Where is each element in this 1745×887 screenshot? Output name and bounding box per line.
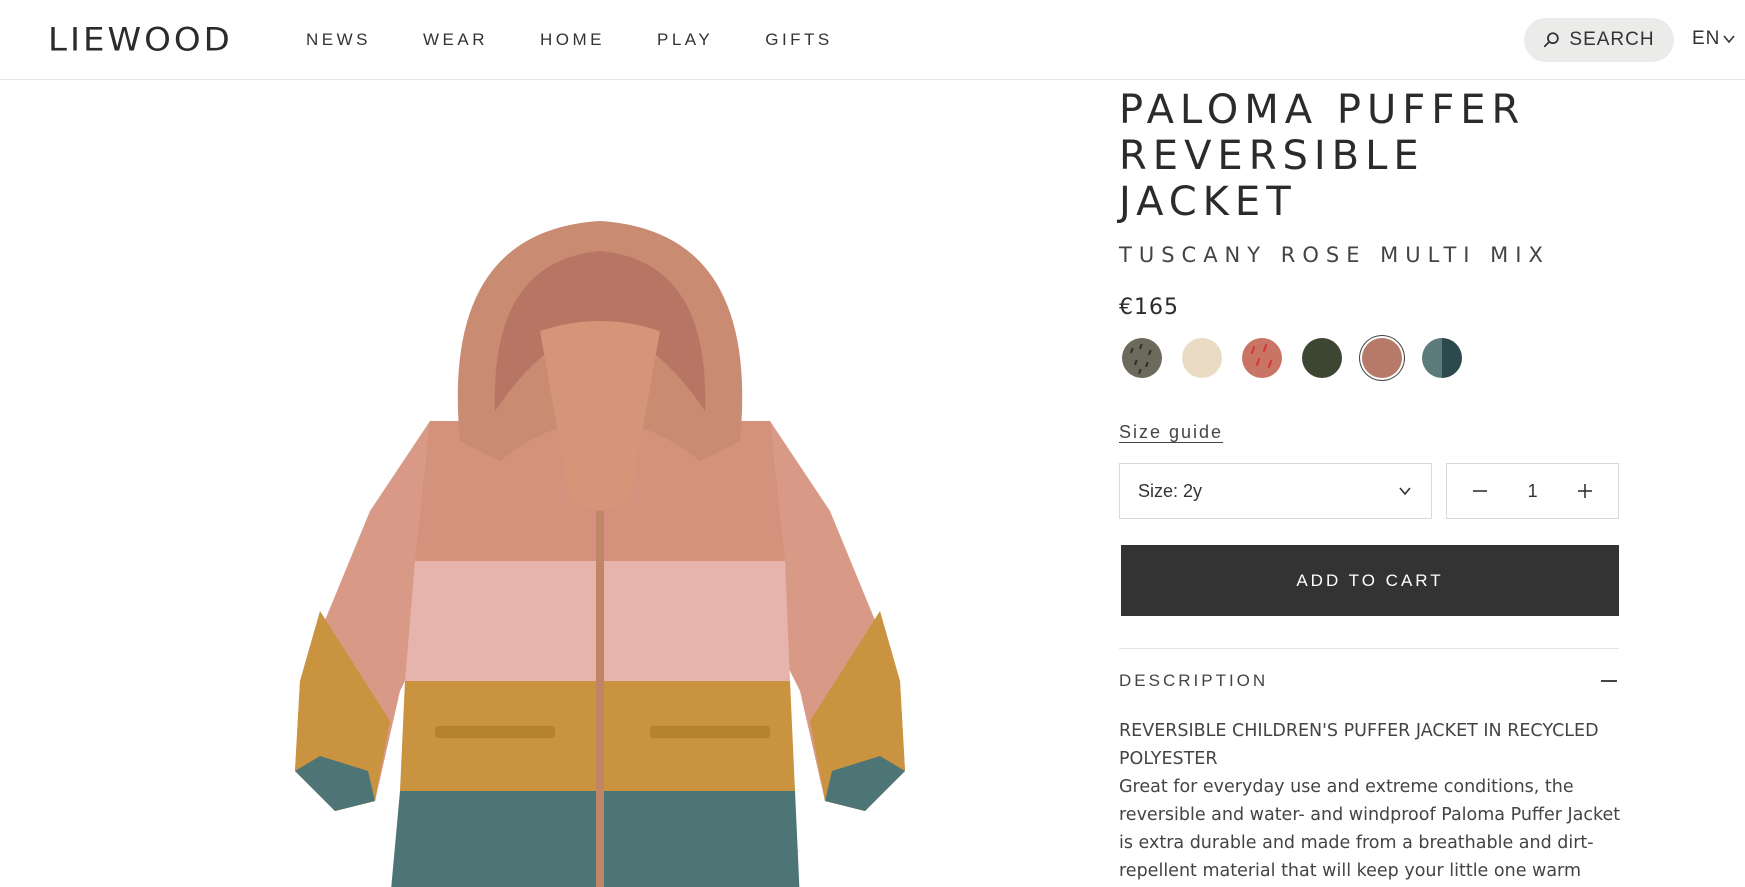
jacket-illustration xyxy=(295,221,905,887)
search-icon xyxy=(1544,32,1560,48)
nav-gifts[interactable]: GIFTS xyxy=(765,30,833,50)
stripe-pattern-icon xyxy=(1250,343,1273,369)
swatch-tuscany-rose[interactable] xyxy=(1362,338,1402,378)
language-selector[interactable]: EN xyxy=(1692,28,1736,50)
collapse-icon xyxy=(1601,680,1617,682)
purchase-controls: Size: 2y 1 xyxy=(1119,463,1619,519)
section-divider xyxy=(1119,648,1619,649)
product-price: €165 xyxy=(1119,295,1179,320)
product-title: PALOMA PUFFER REVERSIBLE JACKET xyxy=(1119,87,1619,225)
chevron-down-icon xyxy=(1723,35,1736,44)
product-image xyxy=(0,81,1100,887)
description-header: DESCRIPTION xyxy=(1119,671,1269,690)
quantity-value[interactable]: 1 xyxy=(1528,481,1538,502)
site-header: LIEWOOD NEWS WEAR HOME PLAY GIFTS SEARCH… xyxy=(0,0,1745,80)
product-info: PALOMA PUFFER REVERSIBLE JACKET TUSCANY … xyxy=(1119,81,1620,887)
swatch-army-green[interactable] xyxy=(1302,338,1342,378)
size-guide-link[interactable]: Size guide xyxy=(1119,422,1223,443)
description-headline: REVERSIBLE CHILDREN'S PUFFER JACKET IN R… xyxy=(1119,721,1599,769)
nav-wear[interactable]: WEAR xyxy=(423,30,488,50)
quantity-stepper: 1 xyxy=(1446,463,1619,519)
swatch-dark-dotted[interactable] xyxy=(1122,338,1162,378)
description-body: REVERSIBLE CHILDREN'S PUFFER JACKET IN R… xyxy=(1119,717,1624,887)
increase-quantity-button[interactable] xyxy=(1574,480,1596,502)
nav-news[interactable]: NEWS xyxy=(306,30,371,50)
chevron-down-icon xyxy=(1399,487,1411,496)
decrease-quantity-button[interactable] xyxy=(1469,480,1491,502)
swatch-red-pattern[interactable] xyxy=(1242,338,1282,378)
nav-home[interactable]: HOME xyxy=(540,30,605,50)
description-toggle[interactable]: DESCRIPTION xyxy=(1119,671,1619,691)
swatch-whale-blue[interactable] xyxy=(1422,338,1462,378)
add-to-cart-button[interactable]: ADD TO CART xyxy=(1121,545,1619,616)
color-swatches xyxy=(1122,338,1619,378)
size-select-value: Size: 2y xyxy=(1138,480,1203,501)
product-title-line-2: REVERSIBLE JACKET xyxy=(1119,133,1425,225)
dot-pattern-icon xyxy=(1130,343,1152,375)
plus-icon xyxy=(1577,484,1592,498)
search-button[interactable]: SEARCH xyxy=(1524,18,1674,62)
search-label: SEARCH xyxy=(1569,29,1655,50)
main-nav: NEWS WEAR HOME PLAY GIFTS xyxy=(306,30,833,50)
swatch-sandy[interactable] xyxy=(1182,338,1222,378)
minus-icon xyxy=(1473,490,1488,492)
description-text: Great for everyday use and extreme condi… xyxy=(1119,777,1621,881)
nav-play[interactable]: PLAY xyxy=(657,30,713,50)
language-label: EN xyxy=(1692,28,1721,49)
product-color-name: TUSCANY ROSE MULTI MIX xyxy=(1119,243,1550,267)
product-title-line-1: PALOMA PUFFER xyxy=(1119,87,1526,133)
liewood-logo[interactable]: LIEWOOD xyxy=(48,21,233,59)
size-select[interactable]: Size: 2y xyxy=(1119,463,1433,519)
